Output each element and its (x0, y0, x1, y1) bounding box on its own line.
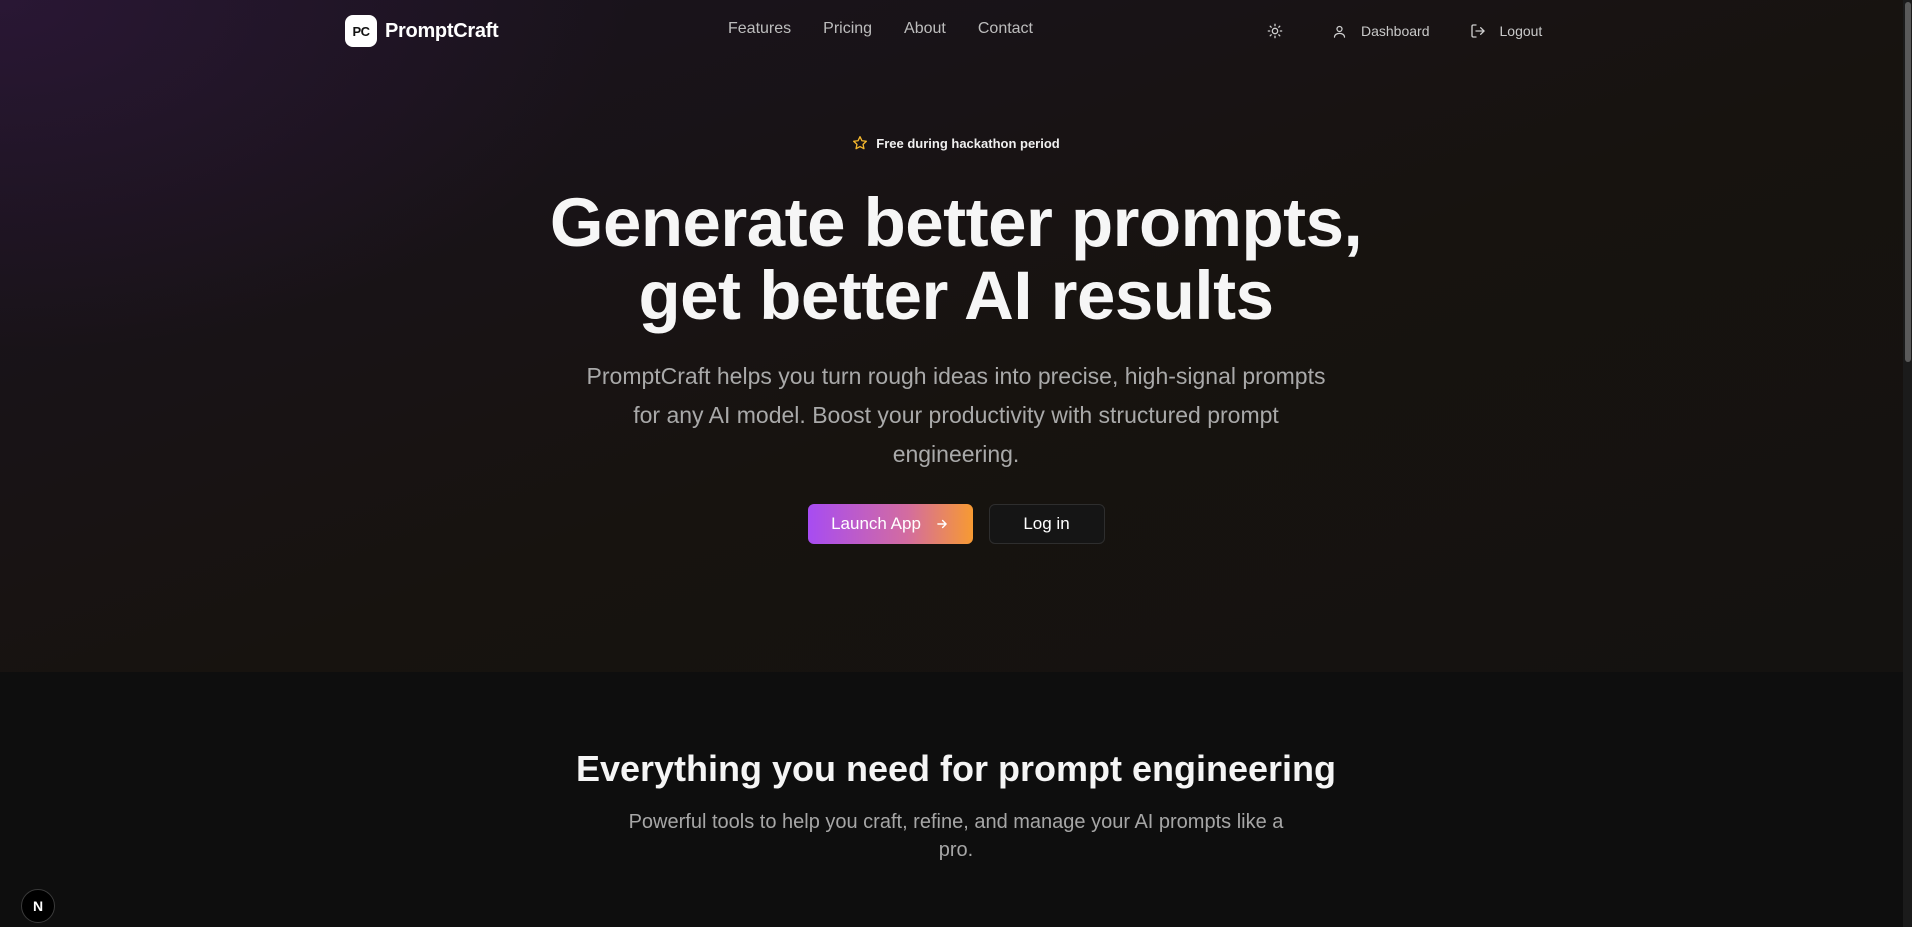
launch-app-button[interactable]: Launch App (807, 504, 973, 544)
features-section (0, 672, 1912, 927)
sun-icon (1267, 23, 1283, 39)
features-title: Everything you need for prompt engineeri… (575, 748, 1337, 789)
hero-subtitle: PromptCraft helps you turn rough ideas i… (586, 363, 1326, 467)
nav-link-features[interactable]: Features (728, 20, 791, 38)
features-subtitle: Powerful tools to help you craft, refine… (628, 811, 1284, 861)
nav-link-about[interactable]: About (904, 20, 946, 38)
brand-name: PromptCraft (385, 19, 499, 42)
scrollbar-thumb[interactable] (1905, 2, 1911, 362)
logout-icon (1470, 24, 1485, 38)
login-button[interactable]: Log in (988, 504, 1105, 544)
logo-mark: PC (345, 15, 377, 47)
dashboard-label: Dashboard (1361, 23, 1430, 39)
headline-line-1: Generate better prompts, (549, 184, 1363, 261)
arrow-right-icon (937, 519, 947, 529)
hero-section (0, 0, 1912, 672)
top-navbar: PC PromptCraft Features Pricing About Co… (0, 0, 1912, 62)
hero-headline: Generate better prompts, get better AI r… (0, 186, 1912, 332)
launch-app-label: Launch App (831, 514, 921, 533)
hero-cta-group: Launch App Log in (0, 504, 1912, 544)
dashboard-button[interactable]: Dashboard (1332, 23, 1430, 39)
star-icon (853, 136, 868, 150)
nav-link-pricing[interactable]: Pricing (823, 20, 872, 38)
theme-toggle-button[interactable] (1262, 18, 1288, 44)
logout-button[interactable]: Logout (1470, 23, 1543, 39)
promo-badge-text: Free during hackathon period (876, 135, 1060, 151)
dev-tools-badge[interactable]: N (21, 889, 55, 923)
nav-link-contact[interactable]: Contact (978, 20, 1033, 38)
brand-logo[interactable]: PC PromptCraft (345, 15, 499, 47)
promo-badge: Free during hackathon period (0, 135, 1912, 151)
scrollbar[interactable] (1903, 0, 1912, 927)
user-icon (1333, 25, 1346, 38)
nav-actions: Dashboard Logout (1262, 18, 1542, 44)
main-nav: Features Pricing About Contact (728, 20, 1033, 38)
logout-label: Logout (1499, 23, 1543, 39)
headline-line-2: get better AI results (638, 257, 1274, 334)
